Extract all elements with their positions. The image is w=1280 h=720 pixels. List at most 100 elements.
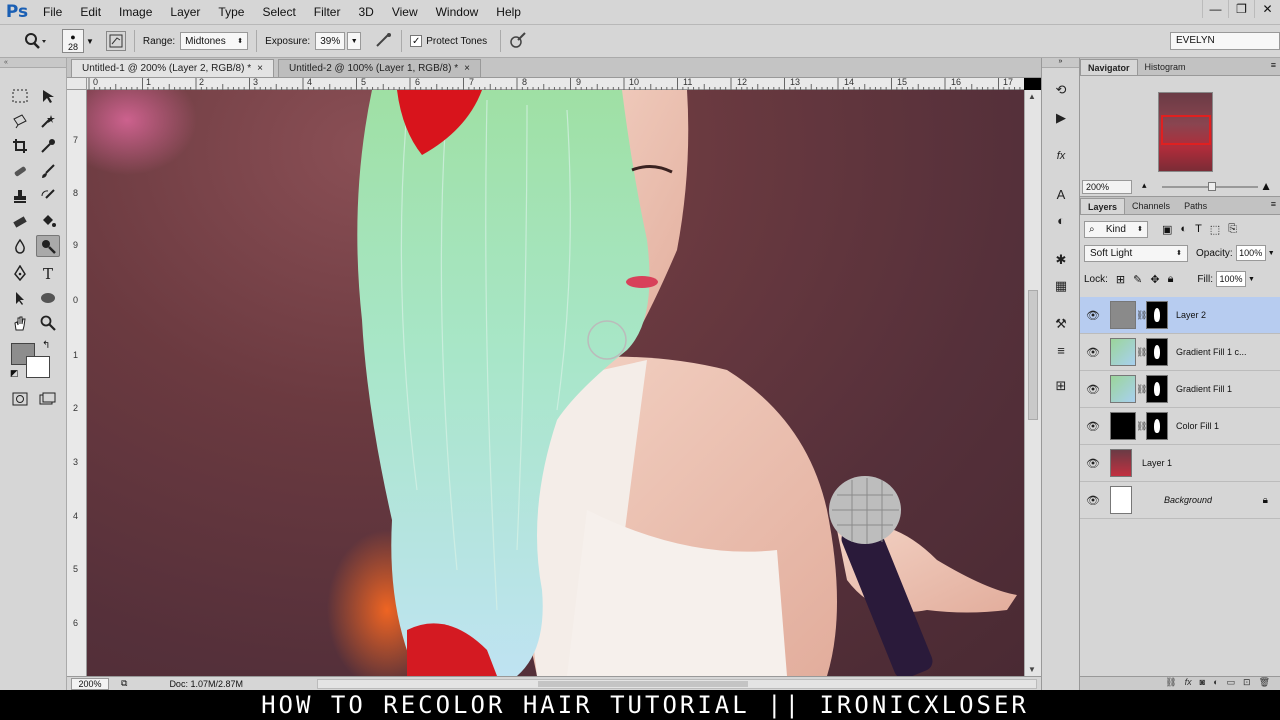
blend-mode-select[interactable]: Soft Light ⬍ (1084, 244, 1188, 262)
tab-layers[interactable]: Layers (1080, 198, 1126, 214)
tool-preset-picker[interactable] (14, 27, 54, 55)
layer-row-layer-2[interactable]: 👁︎ ⛓︎ Layer 2 (1080, 297, 1280, 334)
scroll-down-icon[interactable]: ▼ (1028, 665, 1036, 674)
menu-file[interactable]: File (34, 0, 71, 25)
vertical-scrollbar[interactable]: ▲ ▼ (1024, 90, 1041, 676)
eye-visibility-icon[interactable]: 👁︎ (1080, 309, 1106, 322)
tab-paths[interactable]: Paths (1177, 198, 1214, 214)
healing-brush-tool[interactable] (8, 160, 32, 182)
marquee-tool[interactable] (8, 85, 32, 107)
ruler-origin[interactable] (67, 78, 87, 90)
navigator-view-box[interactable] (1161, 115, 1211, 145)
dock-collapse-arrows[interactable]: » (1042, 58, 1079, 68)
filter-shape-icon[interactable]: ⬚ (1210, 223, 1220, 236)
character-panel-icon[interactable]: A (1050, 184, 1072, 204)
chain-link-icon[interactable]: ⛓︎ (1136, 310, 1147, 321)
paint-bucket-tool[interactable] (36, 210, 60, 232)
add-layer-style-icon[interactable]: fx (1185, 677, 1192, 690)
chevron-down-icon[interactable]: ▼ (1248, 276, 1255, 283)
protect-tones-checkbox[interactable]: ✓ (410, 35, 423, 47)
chain-link-icon[interactable]: ⛓︎ (1136, 421, 1147, 432)
menu-select[interactable]: Select (253, 0, 304, 25)
chain-link-icon[interactable]: ⛓︎ (1136, 347, 1147, 358)
chain-link-icon[interactable]: ⛓︎ (1136, 384, 1147, 395)
paragraph-panel-icon[interactable]: ◐ (1050, 210, 1072, 230)
range-select[interactable]: Midtones ⬍ (180, 32, 249, 50)
zoom-tool[interactable] (36, 312, 60, 334)
dodge-tool[interactable] (36, 235, 60, 257)
panel-menu-icon[interactable]: ≡ (1271, 199, 1276, 209)
navigator-zoom-field[interactable]: 200% (1082, 180, 1132, 194)
workspace-switcher[interactable]: EVELYN (1170, 32, 1280, 50)
swap-colors-icon[interactable]: ↰ (42, 340, 50, 351)
background-color-swatch[interactable] (26, 356, 50, 378)
navigator-zoom-slider[interactable] (1162, 182, 1258, 191)
close-icon[interactable]: × (464, 63, 470, 74)
type-tool[interactable]: T (36, 262, 60, 284)
status-export-icon[interactable]: ⧉ (121, 678, 127, 689)
eraser-tool[interactable] (8, 210, 32, 232)
horizontal-scrollbar[interactable] (317, 679, 1037, 689)
restore-button[interactable]: ❐ (1228, 0, 1254, 18)
eye-visibility-icon[interactable]: 👁︎ (1080, 383, 1106, 396)
layer-mask-thumbnail[interactable] (1146, 338, 1168, 366)
adjustments-panel-icon[interactable]: ≡ (1050, 340, 1072, 360)
tool-presets-icon[interactable]: ⚒ (1050, 314, 1072, 334)
pen-tool[interactable] (8, 262, 32, 284)
filter-pixel-icon[interactable]: ▣ (1162, 223, 1172, 236)
layer-mask-thumbnail[interactable] (1146, 301, 1168, 329)
lasso-tool[interactable] (8, 110, 32, 132)
doc-size-info[interactable]: Doc: 1.07M/2.87M (169, 679, 243, 689)
layer-row-gradient-fill[interactable]: 👁︎ ⛓︎ Gradient Fill 1 (1080, 371, 1280, 408)
brush-presets-icon[interactable]: ✱ (1050, 250, 1072, 270)
new-adjustment-layer-icon[interactable]: ◐ (1213, 677, 1218, 690)
styles-fx-icon[interactable]: fx (1050, 146, 1072, 166)
tab-channels[interactable]: Channels (1125, 198, 1177, 214)
opacity-field[interactable]: 100% (1235, 245, 1266, 261)
menu-layer[interactable]: Layer (161, 0, 209, 25)
path-selection-tool[interactable] (8, 287, 32, 309)
new-group-icon[interactable]: ▭ (1227, 677, 1236, 690)
exposure-input[interactable]: 39% (315, 32, 346, 50)
tab-untitled-2[interactable]: Untitled-2 @ 100% (Layer 1, RGB/8) * × (277, 59, 481, 77)
close-icon[interactable]: × (257, 63, 263, 74)
lock-transparent-icon[interactable]: ⊞ (1116, 273, 1125, 286)
eye-visibility-icon[interactable]: 👁︎ (1080, 457, 1106, 470)
menu-3d[interactable]: 3D (349, 0, 382, 25)
new-layer-icon[interactable]: ⊡ (1243, 677, 1251, 690)
scroll-thumb[interactable] (1028, 290, 1038, 420)
zoom-level-field[interactable]: 200% (71, 677, 109, 690)
menu-help[interactable]: Help (487, 0, 530, 25)
crop-tool[interactable] (8, 135, 32, 157)
magic-wand-tool[interactable] (36, 110, 60, 132)
brush-panel-toggle[interactable] (105, 31, 126, 51)
lock-image-icon[interactable]: ✎ (1133, 273, 1142, 286)
layer-row-background[interactable]: 👁︎ Background 🔒︎ (1080, 482, 1280, 519)
layer-mask-thumbnail[interactable] (1146, 412, 1168, 440)
hand-tool[interactable] (8, 312, 32, 334)
brush-tool[interactable] (36, 160, 60, 182)
move-tool[interactable] (36, 85, 60, 107)
airbrush-toggle[interactable] (375, 32, 393, 51)
ruler-horizontal[interactable]: 0 1 2 3 4 5 6 7 8 9 10 11 12 13 14 15 16… (87, 77, 1024, 90)
layer-kind-filter[interactable]: ⌕ Kind ⬍ (1084, 220, 1148, 238)
quick-mask-toggle[interactable] (8, 388, 32, 410)
lock-position-icon[interactable]: ✥ (1150, 273, 1159, 286)
menu-view[interactable]: View (383, 0, 427, 25)
minimize-button[interactable]: — (1202, 0, 1228, 18)
link-layers-icon[interactable]: ⛓︎ (1165, 677, 1176, 690)
menu-image[interactable]: Image (110, 0, 161, 25)
close-button[interactable]: ✕ (1254, 0, 1280, 18)
tab-untitled-1[interactable]: Untitled-1 @ 200% (Layer 2, RGB/8) * × (71, 59, 274, 77)
zoom-in-mountain-icon[interactable]: ▲ (1260, 179, 1272, 193)
lock-all-icon[interactable]: 🔒︎ (1168, 273, 1174, 286)
filter-smart-object-icon[interactable]: ⎘ (1228, 223, 1237, 236)
eyedropper-tool[interactable] (36, 135, 60, 157)
zoom-out-mountain-icon[interactable]: ▴ (1142, 180, 1147, 191)
layer-row-gradient-fill-copy[interactable]: 👁︎ ⛓︎ Gradient Fill 1 c... (1080, 334, 1280, 371)
screen-mode-toggle[interactable] (36, 388, 60, 410)
layer-row-layer-1[interactable]: 👁︎ Layer 1 (1080, 445, 1280, 482)
menu-filter[interactable]: Filter (305, 0, 350, 25)
pressure-size-toggle[interactable] (509, 31, 527, 52)
eye-visibility-icon[interactable]: 👁︎ (1080, 420, 1106, 433)
